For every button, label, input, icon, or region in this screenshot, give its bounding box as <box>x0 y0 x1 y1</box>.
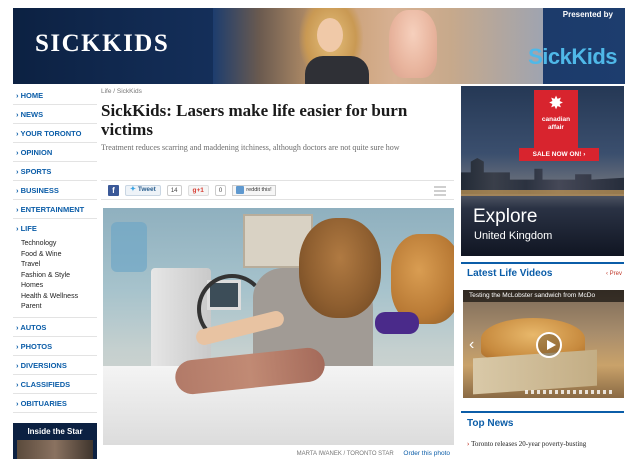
article-photo-nurse-hair <box>391 234 454 324</box>
nav-item-classifieds[interactable]: CLASSIFIEDS <box>13 375 97 394</box>
banner-title: SICKKIDS <box>35 30 170 57</box>
twitter-bird-icon: ✦ <box>130 186 136 193</box>
nav-item-obituaries[interactable]: OBITUARIES <box>13 394 97 413</box>
chevron-left-icon[interactable]: ‹ <box>469 336 474 354</box>
nav-item-your-toronto[interactable]: YOUR TORONTO <box>13 124 97 143</box>
photo-credit: MARTA IWANEK / TORONTO STAR Order this p… <box>297 450 450 457</box>
article-photo-doctor-hair <box>299 218 381 318</box>
inside-the-star-label: Inside the Star <box>27 426 83 436</box>
article-photo[interactable] <box>103 208 454 445</box>
reddit-label: reddit this! <box>246 187 272 193</box>
nav-subitem-technology[interactable]: Technology <box>13 239 97 250</box>
top-news-header: Top News <box>461 411 624 431</box>
video-player[interactable]: Testing the McLobster sandwich from McDo… <box>463 290 624 398</box>
sickkids-logo[interactable]: SickKids <box>528 44 617 70</box>
video-caption[interactable]: Testing the McLobster sandwich from McDo <box>463 290 624 302</box>
breadcrumb[interactable]: Life / SickKids <box>101 88 456 95</box>
tweet-button[interactable]: ✦ Tweet <box>125 184 161 196</box>
more-options-icon[interactable] <box>434 186 446 196</box>
life-section: LIFE Technology Food & Wine Travel Fashi… <box>13 219 97 318</box>
latest-videos-title[interactable]: Latest Life Videos <box>467 268 552 279</box>
videos-prev-link[interactable]: ‹ Prev <box>606 271 622 277</box>
nav-item-news[interactable]: NEWS <box>13 105 97 124</box>
nav-subitem-health-wellness[interactable]: Health & Wellness <box>13 292 97 303</box>
canadian-affair-logo: ✸ canadian affair <box>534 90 578 148</box>
inside-the-star-thumbnail[interactable] <box>17 439 93 459</box>
latest-videos-header: Latest Life Videos ‹ Prev <box>461 262 624 280</box>
banner-photo-baby <box>389 10 437 78</box>
nav-item-autos[interactable]: AUTOS <box>13 318 97 337</box>
nav-subitem-food-wine[interactable]: Food & Wine <box>13 250 97 261</box>
google-plus-count: 0 <box>214 184 227 196</box>
article-photo-wall-art <box>111 222 147 272</box>
top-news-item[interactable]: Toronto releases 20-year poverty-busting <box>467 440 624 448</box>
nav-item-diversions[interactable]: DIVERSIONS <box>13 356 97 375</box>
order-photo-link[interactable]: Order this photo <box>403 450 450 457</box>
article-dek: Treatment reduces scarring and maddening… <box>101 143 400 152</box>
nav-item-home[interactable]: HOME <box>13 86 97 105</box>
maple-leaf-icon: ✸ <box>548 93 564 113</box>
sickkids-banner[interactable]: SICKKIDS Presented by SickKids <box>13 8 625 84</box>
nav-item-photos[interactable]: PHOTOS <box>13 337 97 356</box>
presented-by-label: Presented by <box>562 10 613 19</box>
right-sidebar: ✸ canadian affair SALE NOW ON! › Explore… <box>461 86 626 459</box>
banner-photo <box>213 8 543 84</box>
nav-item-life[interactable]: LIFE <box>13 219 97 238</box>
share-bar: f ✦ Tweet 14 g+1 0 reddit this! <box>101 180 454 200</box>
nav-subitem-travel[interactable]: Travel <box>13 260 97 271</box>
photo-credit-text: MARTA IWANEK / TORONTO STAR <box>296 451 394 457</box>
canadian-affair-ad-skyline <box>461 158 624 194</box>
google-plus-button[interactable]: g+1 <box>187 184 209 196</box>
tweet-count: 14 <box>166 184 182 196</box>
nav-subitem-homes[interactable]: Homes <box>13 281 97 292</box>
reddit-button[interactable]: reddit this! <box>232 184 276 196</box>
nav-item-entertainment[interactable]: ENTERTAINMENT <box>13 200 97 219</box>
play-icon[interactable] <box>536 332 562 358</box>
article-photo-goggles <box>375 312 419 334</box>
carousel-dots[interactable] <box>525 390 615 394</box>
canadian-affair-ad-bridge <box>461 190 624 196</box>
ad-destination-text: United Kingdom <box>474 230 553 242</box>
facebook-icon[interactable]: f <box>108 184 119 196</box>
left-navigation: HOME NEWS YOUR TORONTO OPINION SPORTS BU… <box>13 86 97 459</box>
inside-the-star-box[interactable]: Inside the Star <box>13 422 97 459</box>
nav-item-opinion[interactable]: OPINION <box>13 143 97 162</box>
nav-subitem-fashion-style[interactable]: Fashion & Style <box>13 271 97 282</box>
top-news-title[interactable]: Top News <box>467 418 513 429</box>
nav-item-business[interactable]: BUSINESS <box>13 181 97 200</box>
reddit-icon <box>236 186 245 194</box>
article-main: Life / SickKids SickKids: Lasers make li… <box>101 86 456 459</box>
nav-subitem-parent[interactable]: Parent <box>13 302 97 313</box>
banner-photo-face <box>317 18 343 52</box>
nav-item-sports[interactable]: SPORTS <box>13 162 97 181</box>
article-headline: SickKids: Lasers make life easier for bu… <box>101 101 408 139</box>
ad-explore-text: Explore <box>473 206 538 227</box>
sale-now-on-button[interactable]: SALE NOW ON! › <box>519 148 599 161</box>
canadian-affair-ad[interactable]: ✸ canadian affair SALE NOW ON! › Explore… <box>461 86 624 256</box>
ad-brand: canadian affair <box>541 116 571 131</box>
banner-photo-shirt <box>305 56 369 84</box>
video-player-box <box>473 349 597 395</box>
tweet-label: Tweet <box>137 186 156 193</box>
